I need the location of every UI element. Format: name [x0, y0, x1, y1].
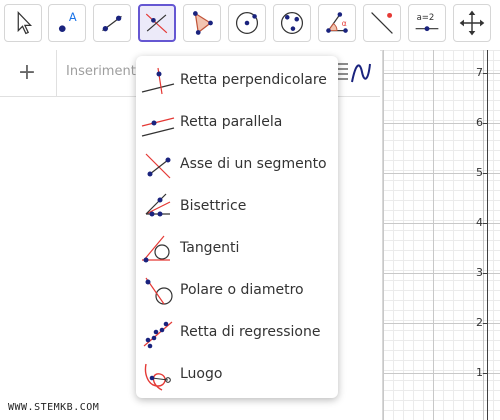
y-tick-mark: [483, 173, 488, 174]
angle-icon: α: [326, 12, 348, 33]
move-tool-button[interactable]: [4, 4, 42, 42]
menu-item-parallel-line[interactable]: Retta parallela: [136, 102, 338, 144]
move-arrows-icon: [459, 10, 485, 36]
slider-tool-label: a=2: [417, 13, 435, 23]
y-tick-mark: [483, 373, 488, 374]
input-divider: [56, 50, 57, 96]
menu-item-polar-diameter[interactable]: Polare o diametro: [136, 270, 338, 312]
point-icon: A: [58, 10, 77, 32]
graphing-style-icon[interactable]: [334, 60, 374, 86]
menu-item-label: Retta perpendicolare: [180, 72, 327, 88]
line-tools-menu: Retta perpendicolare Retta parallela Ass…: [136, 56, 338, 398]
angle-bisector-icon: [145, 193, 171, 217]
menu-item-label: Polare o diametro: [180, 282, 304, 298]
menu-item-label: Tangenti: [180, 240, 240, 256]
menu-item-locus[interactable]: Luogo: [136, 354, 338, 396]
locus-icon: [144, 363, 171, 391]
polygon-tool-button[interactable]: [183, 4, 221, 42]
parallel-line-icon: [141, 117, 175, 137]
y-tick-label: 6: [476, 116, 483, 129]
algebra-input-field[interactable]: Inserimento: [66, 64, 146, 84]
move-graphics-view-tool-button[interactable]: [453, 4, 491, 42]
best-fit-line-icon: [143, 321, 173, 349]
slider-tool-button[interactable]: a=2: [408, 4, 446, 42]
y-tick-mark: [483, 273, 488, 274]
circle-center-point-tool-button[interactable]: [228, 4, 266, 42]
point-tool-button[interactable]: A: [48, 4, 86, 42]
menu-item-perpendicular-bisector[interactable]: Asse di un segmento: [136, 144, 338, 186]
menu-item-label: Luogo: [180, 366, 223, 382]
perpendicular-line-icon: [141, 67, 175, 95]
y-tick-label: 1: [476, 366, 483, 379]
angle-tool-letter: α: [342, 19, 347, 28]
y-tick-label: 2: [476, 316, 483, 329]
line-through-two-points-icon: [102, 15, 122, 32]
add-item-button[interactable]: +: [14, 60, 40, 86]
menu-item-best-fit-line[interactable]: Retta di regressione: [136, 312, 338, 354]
polar-diameter-icon: [145, 277, 173, 305]
menu-item-label: Bisettrice: [180, 198, 247, 214]
y-tick-mark: [483, 223, 488, 224]
reflect-about-line-icon: [371, 12, 393, 34]
tangents-icon: [142, 235, 170, 263]
circle-three-points-tool-button[interactable]: [273, 4, 311, 42]
menu-item-label: Retta di regressione: [180, 324, 321, 340]
menu-item-tangents[interactable]: Tangenti: [136, 228, 338, 270]
y-tick-mark: [483, 73, 488, 74]
y-tick-mark: [483, 123, 488, 124]
y-tick-mark: [483, 323, 488, 324]
menu-item-perpendicular-line[interactable]: Retta perpendicolare: [136, 60, 338, 102]
perpendicular-line-tool-button[interactable]: [138, 4, 176, 42]
menu-item-label: Retta parallela: [180, 114, 283, 130]
y-tick-label: 4: [476, 216, 483, 229]
graphics-view[interactable]: 7 6 5 4 3 2 1: [382, 50, 500, 420]
perpendicular-bisector-icon: [145, 153, 171, 179]
polygon-icon: [193, 11, 213, 35]
circle-three-points-icon: [280, 11, 304, 35]
y-axis: [487, 50, 488, 420]
slider-icon: a=2: [415, 13, 439, 32]
reflect-tool-button[interactable]: [363, 4, 401, 42]
menu-item-angle-bisector[interactable]: Bisettrice: [136, 186, 338, 228]
y-tick-label: 7: [476, 66, 483, 79]
watermark-text: WWW.STEMKB.COM: [8, 402, 100, 413]
point-tool-letter: A: [69, 10, 77, 24]
line-tool-button[interactable]: [93, 4, 131, 42]
menu-item-label: Asse di un segmento: [180, 156, 327, 172]
cursor-arrow-icon: [17, 11, 33, 35]
y-tick-label: 5: [476, 166, 483, 179]
perpendicular-line-icon: [145, 13, 168, 34]
toolbar: A α a=2: [0, 0, 500, 51]
circle-center-point-icon: [235, 11, 259, 35]
major-grid: [383, 50, 500, 420]
y-tick-label: 3: [476, 266, 483, 279]
angle-tool-button[interactable]: α: [318, 4, 356, 42]
